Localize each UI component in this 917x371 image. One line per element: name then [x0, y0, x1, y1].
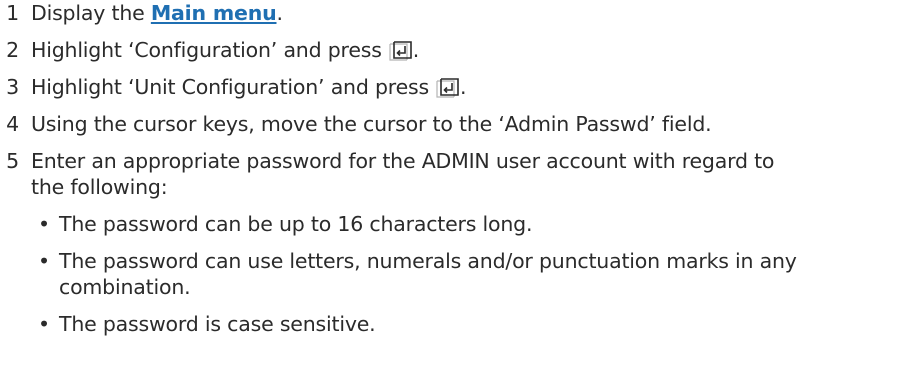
- bullet-text-line-1: The password can use letters, numerals a…: [59, 249, 797, 273]
- bullet-text: The password is case sensitive.: [59, 312, 376, 336]
- step-text: Display the: [31, 1, 151, 25]
- step-text: Using the cursor keys, move the cursor t…: [31, 112, 712, 136]
- bullet-text: The password can be up to 16 characters …: [59, 212, 533, 236]
- enter-key-icon: [388, 41, 413, 62]
- step-number: 5: [6, 149, 19, 173]
- step-text: Highlight ‘Unit Configuration’ and press: [31, 75, 429, 99]
- bullet-icon: •: [38, 249, 50, 273]
- step-number: 1: [6, 1, 19, 25]
- instruction-page: 1 Display the Main menu. 2 Highlight ‘Co…: [0, 0, 917, 371]
- step-text-line-2: the following:: [31, 175, 168, 199]
- step-number: 3: [6, 75, 19, 99]
- step-text: Highlight ‘Configuration’ and press: [31, 38, 382, 62]
- bullet-text-line-2: combination.: [59, 275, 191, 299]
- step-text-line-1: Enter an appropriate password for the AD…: [31, 149, 775, 173]
- main-menu-link[interactable]: Main menu: [151, 1, 277, 25]
- enter-key-icon: [435, 78, 460, 99]
- bullet-icon: •: [38, 312, 50, 336]
- bullet-icon: •: [38, 212, 50, 236]
- step-number: 2: [6, 38, 19, 62]
- step-number: 4: [6, 112, 19, 136]
